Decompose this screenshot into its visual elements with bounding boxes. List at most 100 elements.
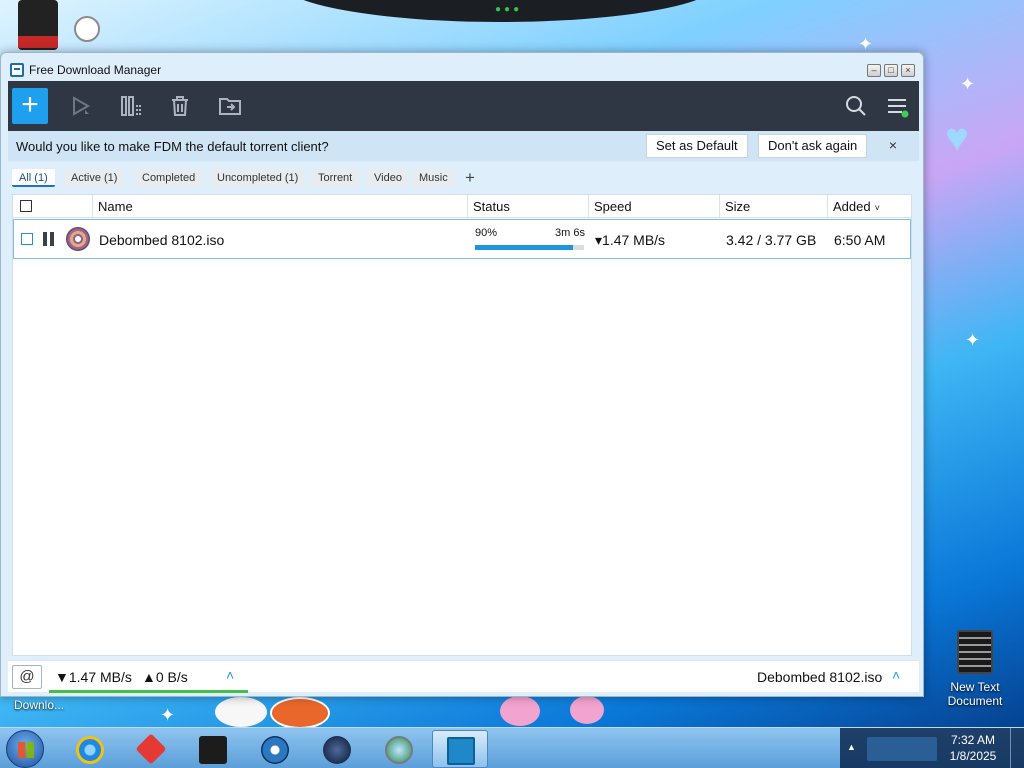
progress-fill (475, 245, 574, 250)
column-header-added[interactable]: Added ˅ (827, 195, 911, 218)
speed-indicator[interactable]: ▼1.47 MB/s ▲0 B/s ˄ (49, 661, 248, 693)
wallpaper-balloon (74, 16, 100, 42)
main-toolbar: + (8, 81, 919, 131)
red-cube-icon (135, 733, 167, 765)
filter-tab-uncompleted[interactable]: Uncompleted (1) (210, 169, 306, 187)
fdm-app-icon (10, 63, 24, 77)
system-clock[interactable]: 7:32 AM 1/8/2025 (943, 732, 1003, 764)
column-label: Added (833, 199, 871, 214)
column-label: Speed (594, 199, 632, 214)
download-added-time: 6:50 AM (834, 232, 886, 248)
downloads-table: Name Status Speed Size Added ˅ Debombed 8… (12, 194, 912, 656)
close-window-button[interactable]: × (901, 64, 915, 77)
resume-icon (73, 96, 91, 116)
system-tray: ▲ 7:32 AM 1/8/2025 (840, 728, 1024, 768)
window-title: Free Download Manager (29, 63, 162, 77)
move-to-folder-button[interactable] (218, 94, 242, 118)
default-torrent-banner: Would you like to make FDM the default t… (8, 131, 919, 161)
taskbar-free-download-manager[interactable] (432, 730, 488, 768)
select-all-checkbox[interactable] (20, 200, 32, 212)
wallpaper-sparkle: ✦ (965, 330, 981, 350)
filter-tab-music[interactable]: Music (412, 169, 455, 187)
wallpaper-heart: ♥ (945, 116, 969, 160)
download-progress-bar (475, 245, 584, 250)
chevron-up-icon[interactable]: ˄ (226, 667, 234, 683)
taskbar-red-cube-app[interactable] (123, 730, 179, 768)
wallpaper-creature (570, 696, 604, 724)
total-upload-speed: ▲0 B/s (142, 669, 188, 685)
chevron-up-icon[interactable]: ˄ (892, 667, 900, 683)
column-label: Name (98, 199, 133, 214)
delete-button[interactable] (168, 94, 192, 118)
tray-icons[interactable] (867, 737, 937, 761)
wallpaper-creature (500, 696, 540, 726)
status-bar: @ ▼1.47 MB/s ▲0 B/s ˄ Debombed 8102.iso … (8, 660, 919, 693)
set-as-default-button[interactable]: Set as Default (646, 134, 748, 158)
column-header-size[interactable]: Size (719, 195, 827, 218)
add-filter-button[interactable]: + (461, 169, 479, 187)
fdm-taskbar-icon (447, 737, 475, 765)
show-desktop-button[interactable] (1010, 728, 1024, 768)
text-document-icon (957, 630, 993, 674)
taskbar-browser-globe-app[interactable] (371, 730, 427, 768)
filter-tab-completed[interactable]: Completed (135, 169, 203, 187)
wallpaper-sparkle: ✦ (960, 74, 976, 94)
column-header-speed[interactable]: Speed (588, 195, 719, 218)
snail-mode-icon[interactable]: @ (12, 665, 42, 689)
wallpaper-sparkle: ✦ (160, 705, 176, 725)
current-download-file[interactable]: Debombed 8102.iso (757, 669, 882, 685)
dont-ask-again-button[interactable]: Don't ask again (758, 134, 868, 158)
sort-descending-icon: ˅ (874, 203, 880, 213)
desktop-icon-label: New Text Document (947, 680, 1003, 708)
taskbar-dark-globe-app[interactable] (309, 730, 365, 768)
menu-icon (888, 99, 909, 118)
wallpaper-top-shape: ●●● (280, 0, 720, 22)
download-percent: 90% (475, 227, 498, 239)
row-checkbox[interactable] (21, 233, 33, 245)
disc-image-icon (66, 227, 90, 251)
main-menu-button[interactable] (885, 94, 909, 118)
columns-button[interactable] (120, 94, 144, 118)
table-row[interactable]: Debombed 8102.iso 90% 3m 6s ▾1.47 MB/s 3… (13, 219, 911, 259)
black-box-icon (199, 736, 227, 764)
fdm-window: Free Download Manager – □ × + Would you … (0, 52, 924, 697)
column-label: Size (725, 199, 751, 214)
total-download-speed: ▼1.47 MB/s (55, 669, 132, 685)
column-header-name[interactable]: Name (92, 195, 467, 218)
column-header-status[interactable]: Status (467, 195, 588, 218)
taskbar-black-box-app[interactable] (185, 730, 241, 768)
internet-explorer-icon (76, 736, 104, 764)
filter-tab-torrent[interactable]: Torrent (311, 169, 360, 187)
pause-icon[interactable] (43, 232, 55, 246)
close-banner-icon[interactable]: × (885, 137, 901, 153)
dark-globe-icon (323, 736, 351, 764)
media-player-icon (261, 736, 289, 764)
add-download-button[interactable]: + (12, 88, 48, 124)
browser-globe-icon (385, 736, 413, 764)
wallpaper-creature (215, 697, 267, 727)
wallpaper-creature (270, 697, 330, 729)
move-folder-icon (219, 98, 241, 115)
maximize-button[interactable]: □ (884, 64, 898, 77)
start-button[interactable] (6, 730, 44, 768)
filter-tabs: All (1) Active (1) Completed Uncompleted… (8, 164, 919, 190)
desktop-icon-new-text-document[interactable]: New Text Document (938, 630, 1012, 708)
trash-icon (172, 96, 188, 116)
show-hidden-icons-icon[interactable]: ▲ (847, 742, 856, 752)
table-header: Name Status Speed Size Added ˅ (13, 195, 911, 218)
filter-tab-all[interactable]: All (1) (12, 169, 55, 187)
clock-time: 7:32 AM (950, 733, 996, 747)
filter-tab-video[interactable]: Video (367, 169, 409, 187)
taskbar-internet-explorer[interactable] (62, 730, 118, 768)
wallpaper-lights: ●●● (495, 4, 523, 15)
download-size: 3.42 / 3.77 GB (726, 232, 817, 248)
search-icon (846, 96, 866, 116)
filter-tab-active[interactable]: Active (1) (64, 169, 125, 187)
resume-button[interactable] (70, 94, 94, 118)
taskbar-media-player[interactable] (247, 730, 303, 768)
desktop-icon-label: Downlo... (14, 698, 65, 712)
search-button[interactable] (844, 94, 868, 118)
minimize-button[interactable]: – (867, 64, 881, 77)
desktop-icon-downloads[interactable]: Downlo... (14, 698, 64, 712)
title-bar[interactable]: Free Download Manager – □ × (1, 53, 923, 81)
